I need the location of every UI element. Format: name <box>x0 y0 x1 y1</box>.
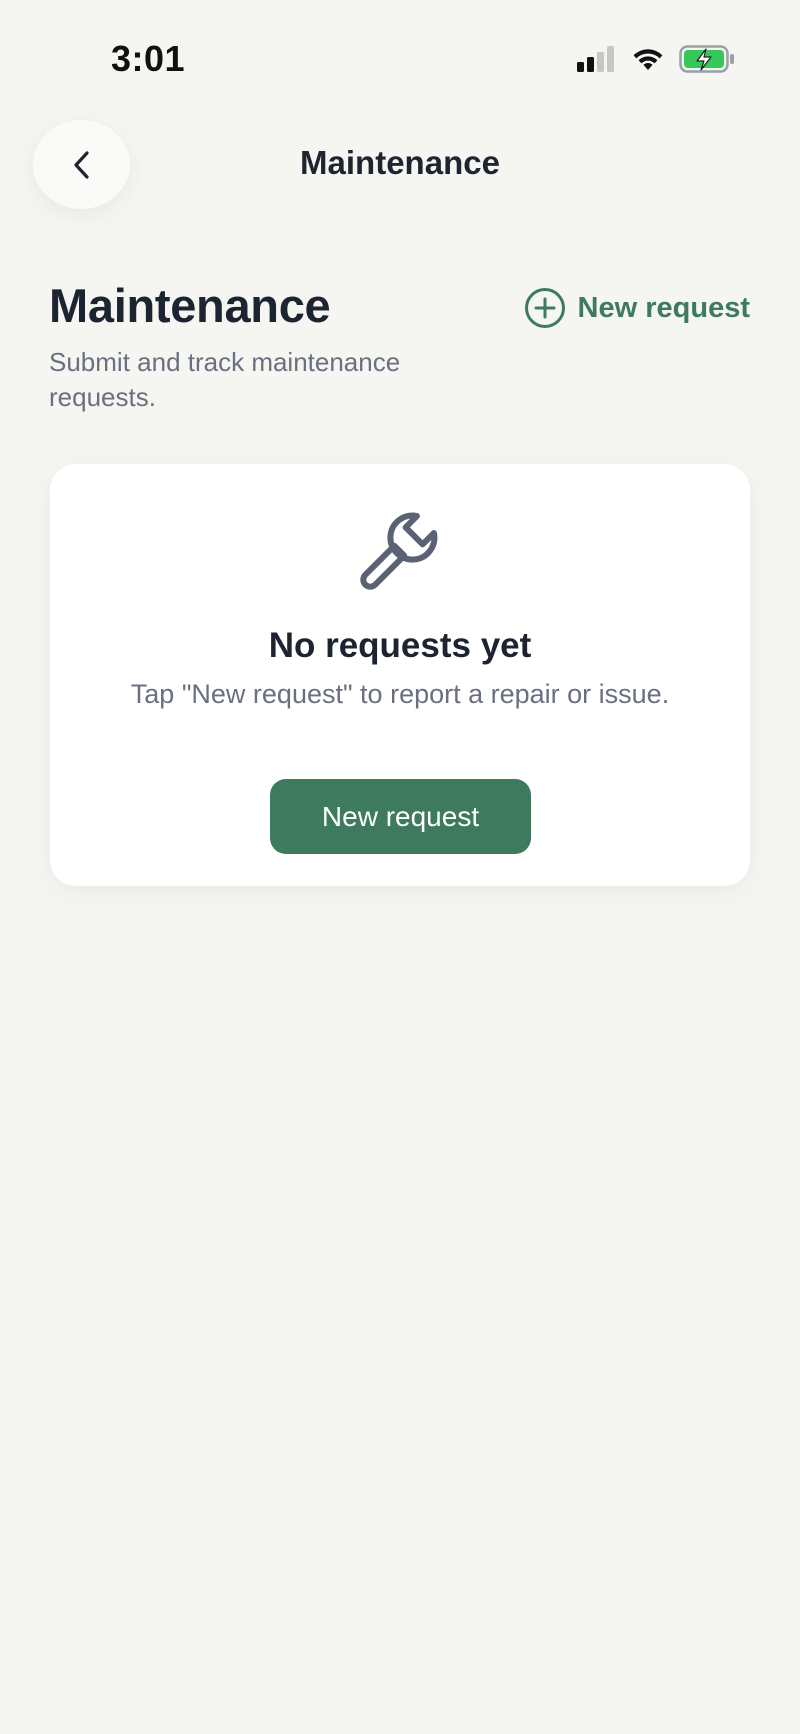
new-request-link[interactable]: New request <box>524 287 750 329</box>
page-subtitle: Submit and track maintenance requests. <box>49 347 401 412</box>
new-request-link-label: New request <box>577 291 750 324</box>
nav-title: Maintenance <box>300 144 500 181</box>
wrench-icon <box>360 512 438 590</box>
plus-circle-icon <box>524 288 565 328</box>
new-request-button[interactable]: New request <box>270 779 531 854</box>
empty-state-message: Tap "New request" to report a repair or … <box>130 679 670 709</box>
battery-charging-icon <box>679 45 734 73</box>
status-time: 3:01 <box>111 38 186 79</box>
cellular-signal-icon <box>577 46 614 72</box>
status-icons <box>577 44 735 74</box>
status-bar: 3:01 <box>0 0 800 110</box>
page-title: Maintenance <box>49 279 331 332</box>
empty-state-title: No requests yet <box>268 626 532 665</box>
wifi-icon <box>633 49 663 70</box>
empty-state-card: No requests yet Tap "New request" to rep… <box>50 464 750 886</box>
